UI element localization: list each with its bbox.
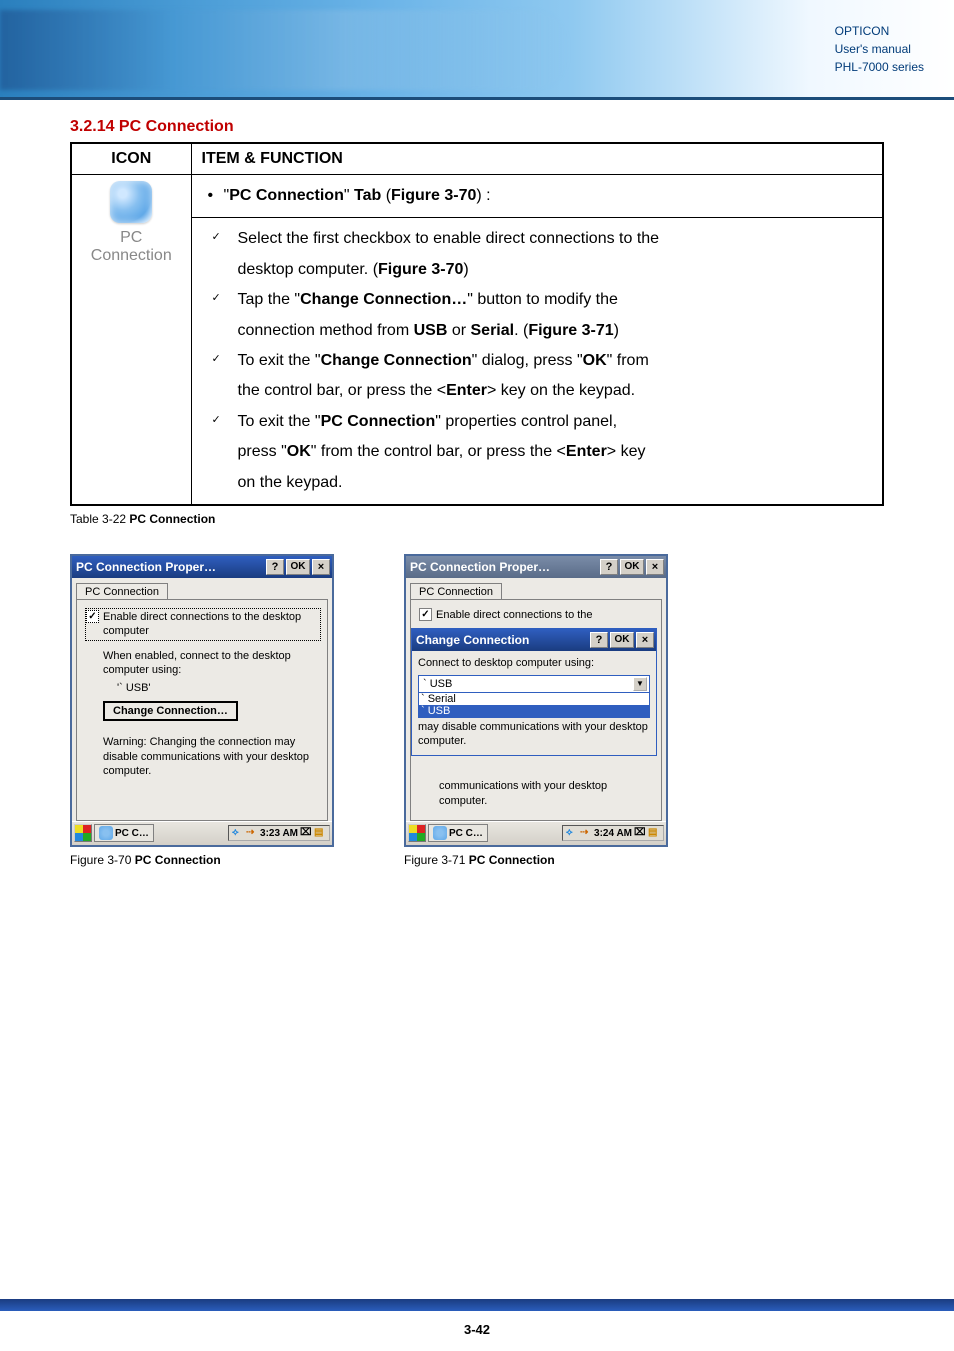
dropdown-selected: ` USB <box>421 678 633 690</box>
dropdown-list: ` Serial ` USB <box>418 693 650 718</box>
brand-name: OPTICON <box>835 22 924 40</box>
footer-bar <box>0 1299 954 1311</box>
checkbox-label-71: Enable direct connections to the <box>436 608 593 622</box>
help-button[interactable]: ? <box>266 559 284 575</box>
help-button[interactable]: ? <box>600 559 618 575</box>
start-icon[interactable] <box>74 824 92 842</box>
warning-text: Warning: Changing the connection may dis… <box>103 735 321 778</box>
desktop-icon[interactable]: ▤ <box>648 827 660 839</box>
signal-icon: ⇢ <box>246 827 258 839</box>
taskbar-71: PC C… ⟡ ⇢ 3:24 AM ⌧ ▤ <box>406 821 666 845</box>
figure-70-caption: Figure 3-70 PC Connection <box>70 853 334 867</box>
checkbox-icon[interactable]: ✓ <box>86 610 99 623</box>
below-warning-text: communications with your desktop compute… <box>439 779 653 808</box>
overlay-close-button[interactable]: × <box>636 632 654 648</box>
overlay-help-button[interactable]: ? <box>590 632 608 648</box>
antenna-icon: ⟡ <box>566 827 578 839</box>
taskbar-app-70[interactable]: PC C… <box>94 824 154 842</box>
step-3: To exit the "Change Connection" dialog, … <box>202 346 873 407</box>
taskbar-70: PC C… ⟡ ⇢ 3:23 AM ⌧ ▤ <box>72 821 332 845</box>
product-series: PHL-7000 series <box>835 58 924 76</box>
header-graphic <box>0 10 572 90</box>
overlay-ok-button[interactable]: OK <box>610 632 634 648</box>
overlay-title: Change Connection <box>416 633 588 647</box>
desktop-icon[interactable]: ▤ <box>314 827 326 839</box>
tab-pc-connection[interactable]: PC Connection <box>76 583 168 600</box>
keyboard-icon[interactable]: ⌧ <box>634 827 646 839</box>
overlay-titlebar: Change Connection ? OK × <box>412 629 656 651</box>
function-table: ICON ITEM & FUNCTION PC Connection "PC C… <box>70 142 884 506</box>
checkbox-label: Enable direct connections to the desktop… <box>103 610 317 639</box>
enable-direct-checkbox-row-71[interactable]: ✓ Enable direct connections to the <box>419 608 655 622</box>
connection-value: '` USB' <box>117 681 321 695</box>
system-tray-70: ⟡ ⇢ 3:23 AM ⌧ ▤ <box>228 825 330 841</box>
titlebar-70: PC Connection Proper… ? OK × <box>72 556 332 578</box>
signal-icon: ⇢ <box>580 827 592 839</box>
th-item: ITEM & FUNCTION <box>191 143 883 175</box>
system-tray-71: ⟡ ⇢ 3:24 AM ⌧ ▤ <box>562 825 664 841</box>
title-text-71: PC Connection Proper… <box>410 560 598 574</box>
app-icon <box>433 826 447 840</box>
clock-71: 3:24 AM <box>594 828 632 839</box>
taskbar-app-71[interactable]: PC C… <box>428 824 488 842</box>
connect-label: Connect to desktop computer using: <box>412 651 656 669</box>
close-button[interactable]: × <box>646 559 664 575</box>
change-connection-dialog: Change Connection ? OK × Connect to desk… <box>411 628 657 756</box>
enable-direct-checkbox-row[interactable]: ✓ Enable direct connections to the deskt… <box>85 608 321 641</box>
option-usb[interactable]: ` USB <box>419 705 649 717</box>
pc-connection-icon <box>110 181 152 223</box>
connection-dropdown[interactable]: ` USB ▼ <box>418 675 650 693</box>
figure-3-71-screenshot: PC Connection Proper… ? OK × PC Connecti… <box>404 554 668 847</box>
close-button[interactable]: × <box>312 559 330 575</box>
change-connection-button[interactable]: Change Connection… <box>103 701 238 721</box>
when-enabled-text: When enabled, connect to the desktop com… <box>103 649 321 678</box>
title-text-70: PC Connection Proper… <box>76 560 264 574</box>
ok-button[interactable]: OK <box>620 559 644 575</box>
overlay-warning: may disable communications with your des… <box>418 720 650 749</box>
step-2: Tap the "Change Connection…" button to m… <box>202 285 873 346</box>
titlebar-71: PC Connection Proper… ? OK × <box>406 556 666 578</box>
icon-cell: PC Connection <box>71 175 191 505</box>
page-header: OPTICON User's manual PHL-7000 series <box>0 0 954 100</box>
doc-type: User's manual <box>835 40 924 58</box>
table-caption: Table 3-22 PC Connection <box>70 512 884 526</box>
option-serial[interactable]: ` Serial <box>419 693 649 705</box>
icon-label: PC Connection <box>82 229 181 265</box>
tab-heading-row: "PC Connection" Tab (Figure 3-70) : <box>202 181 873 211</box>
start-icon[interactable] <box>408 824 426 842</box>
step-1: Select the first checkbox to enable dire… <box>202 224 873 285</box>
app-icon <box>99 826 113 840</box>
antenna-icon: ⟡ <box>232 827 244 839</box>
tab-pc-connection[interactable]: PC Connection <box>410 583 502 600</box>
clock-70: 3:23 AM <box>260 828 298 839</box>
th-icon: ICON <box>71 143 191 175</box>
figure-3-70-screenshot: PC Connection Proper… ? OK × PC Connecti… <box>70 554 334 847</box>
step-4: To exit the "PC Connection" properties c… <box>202 407 873 498</box>
keyboard-icon[interactable]: ⌧ <box>300 827 312 839</box>
checkbox-icon[interactable]: ✓ <box>419 608 432 621</box>
page-number: 3-42 <box>0 1322 954 1337</box>
ok-button[interactable]: OK <box>286 559 310 575</box>
figure-71-caption: Figure 3-71 PC Connection <box>404 853 668 867</box>
section-title: 3.2.14 PC Connection <box>70 118 884 136</box>
chevron-down-icon[interactable]: ▼ <box>633 677 647 691</box>
